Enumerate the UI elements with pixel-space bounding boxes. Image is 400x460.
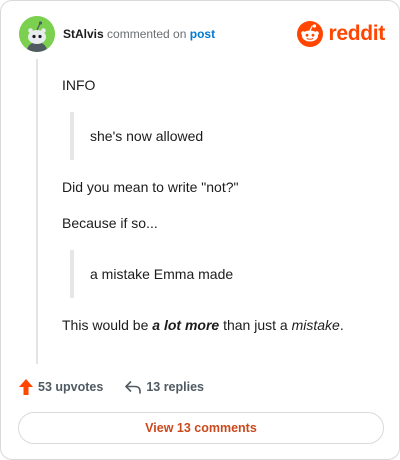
view-comments-button[interactable]: View 13 comments — [18, 412, 384, 444]
blockquote-2: a mistake Emma made — [70, 250, 370, 298]
thread-line[interactable] — [36, 59, 38, 364]
comment-meta: StAlvis commented on post — [63, 27, 215, 41]
p4-emphasis-italic: mistake — [291, 317, 340, 333]
p4-text-e: . — [339, 317, 344, 333]
comment-paragraph-4: This would be a lot more than just a mis… — [62, 315, 344, 335]
upvote-button[interactable]: 53 upvotes — [18, 378, 103, 396]
quote-bar — [70, 112, 74, 160]
reply-count: 13 replies — [146, 380, 204, 394]
reply-arrow-icon — [125, 381, 142, 394]
post-link[interactable]: post — [190, 27, 215, 41]
p4-emphasis-bold: a lot more — [152, 317, 220, 333]
replies-button[interactable]: 13 replies — [124, 379, 204, 395]
avatar[interactable] — [19, 16, 55, 52]
reddit-alien-icon — [297, 21, 324, 47]
comment-actions: 53 upvotes 13 replies — [18, 377, 204, 397]
upvote-arrow-icon — [19, 379, 33, 395]
quote-text-2: a mistake Emma made — [90, 266, 234, 282]
blockquote-1: she's now allowed — [70, 112, 370, 160]
p4-text-c: than just a — [219, 317, 292, 333]
reddit-wordmark: reddit — [328, 22, 385, 45]
reddit-logo[interactable]: reddit — [297, 19, 385, 49]
quote-bar — [70, 250, 74, 298]
quote-text-1: she's now allowed — [90, 128, 204, 144]
snoo-avatar-icon — [19, 16, 55, 52]
upvote-count: 53 upvotes — [38, 380, 104, 394]
comment-card: StAlvis commented on post reddit INFO sh… — [0, 0, 400, 460]
commented-on-text: commented on — [107, 27, 187, 41]
p4-text-a: This would be — [62, 317, 153, 333]
comment-paragraph-1: INFO — [62, 77, 96, 93]
comment-paragraph-2: Did you mean to write "not?" — [62, 179, 239, 195]
username-link[interactable]: StAlvis — [63, 27, 104, 41]
comment-header: StAlvis commented on post reddit — [19, 16, 385, 52]
comment-paragraph-3: Because if so... — [62, 215, 158, 231]
